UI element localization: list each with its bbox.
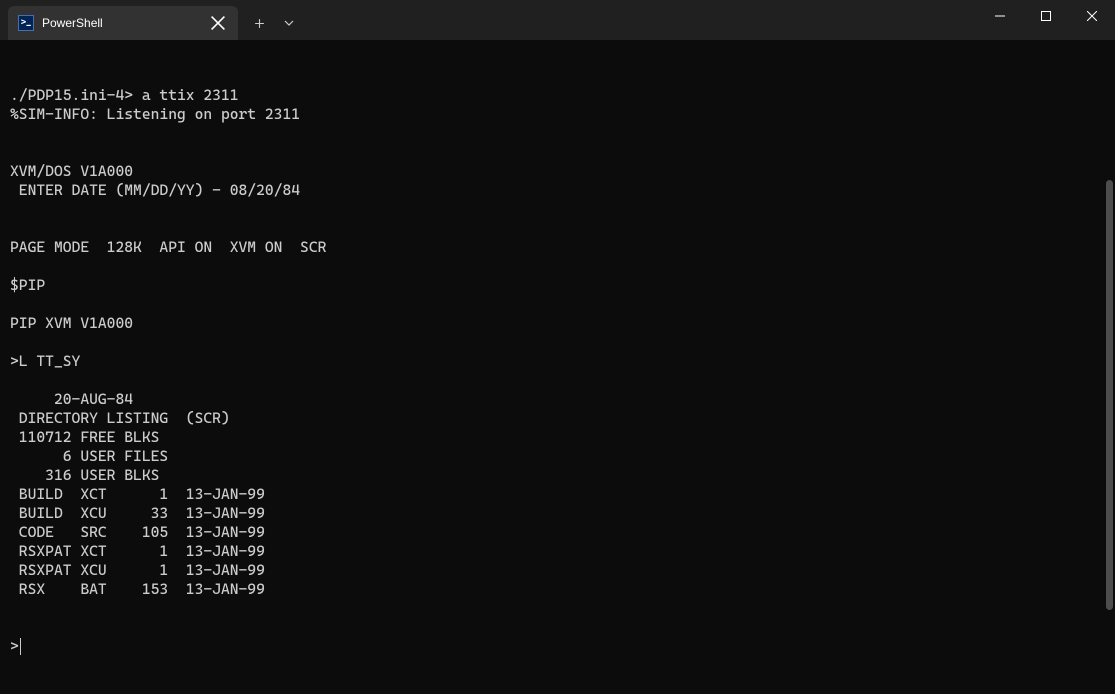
scrollbar-thumb[interactable]	[1106, 180, 1113, 610]
terminal-output[interactable]: ./PDP15.ini-4> a ttix 2311 %SIM-INFO: Li…	[0, 40, 1115, 628]
powershell-icon: >_	[18, 15, 34, 31]
tab-dropdown-button[interactable]	[274, 8, 304, 38]
close-button[interactable]	[1069, 0, 1115, 32]
tab-close-button[interactable]	[210, 15, 226, 31]
terminal-content: ./PDP15.ini-4> a ttix 2311 %SIM-INFO: Li…	[10, 86, 1105, 656]
tab-title: PowerShell	[42, 16, 210, 30]
minimize-button[interactable]	[977, 0, 1023, 32]
tab-powershell[interactable]: >_ PowerShell	[8, 6, 238, 40]
window-titlebar: >_ PowerShell	[0, 0, 1115, 40]
new-tab-button[interactable]	[244, 8, 274, 38]
tab-actions	[244, 6, 304, 40]
window-controls	[977, 0, 1115, 32]
maximize-button[interactable]	[1023, 0, 1069, 32]
